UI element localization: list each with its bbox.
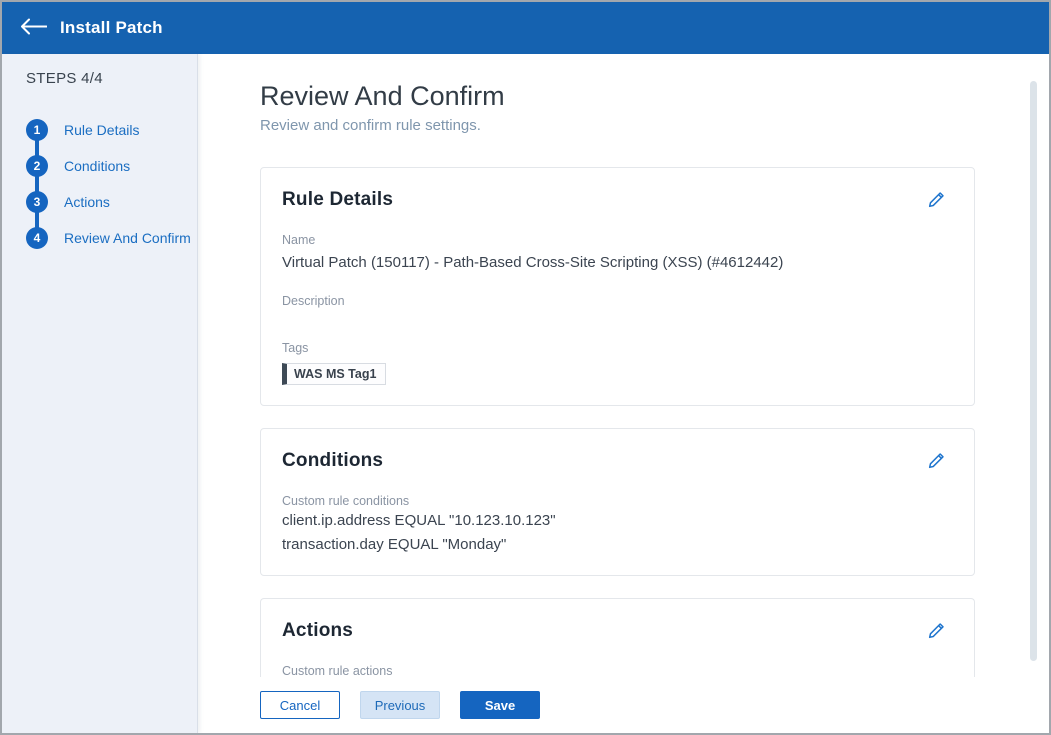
description-field-value <box>282 313 948 331</box>
step-label: Review And Confirm <box>64 230 191 246</box>
pencil-icon <box>926 450 947 474</box>
card-actions: Actions Custom rule actions <box>260 598 975 677</box>
app-header: Install Patch <box>2 2 1049 54</box>
page-subtitle: Review and confirm rule settings. <box>260 117 481 134</box>
previous-button[interactable]: Previous <box>360 691 440 719</box>
edit-rule-details-button[interactable] <box>924 189 948 213</box>
back-button[interactable] <box>16 11 50 45</box>
arrow-left-icon <box>20 18 47 38</box>
review-scroll-area: Review And Confirm Review and confirm ru… <box>198 54 1049 677</box>
vertical-scrollbar-thumb[interactable] <box>1030 81 1037 661</box>
card-title: Conditions <box>282 449 384 471</box>
step-label: Rule Details <box>64 122 140 138</box>
step-label: Conditions <box>64 158 131 174</box>
condition-line: transaction.day EQUAL "Monday" <box>282 535 507 553</box>
step-number-badge: 4 <box>26 227 48 249</box>
step-item-conditions[interactable]: 2 Conditions <box>26 155 185 177</box>
edit-actions-button[interactable] <box>924 620 948 644</box>
pencil-icon <box>926 620 947 644</box>
wizard-footer: Cancel Previous Save <box>198 677 1049 733</box>
description-field-label: Description <box>282 293 345 308</box>
step-number-badge: 3 <box>26 191 48 213</box>
step-label: Actions <box>64 194 110 210</box>
name-field-label: Name <box>282 233 316 247</box>
cancel-button[interactable]: Cancel <box>260 691 340 719</box>
page-title: Review And Confirm <box>260 81 505 111</box>
card-conditions: Conditions Custom rule conditions client… <box>260 427 975 577</box>
step-item-actions[interactable]: 3 Actions <box>26 191 185 213</box>
conditions-field-label: Custom rule conditions <box>282 493 410 508</box>
card-title: Actions <box>282 620 354 642</box>
steps-list: 1 Rule Details 2 Conditions 3 Actions 4 … <box>26 119 191 249</box>
step-number-badge: 2 <box>26 155 48 177</box>
card-rule-details: Rule Details Name Virtual Patch (150117)… <box>260 167 975 406</box>
install-patch-window: Install Patch STEPS 4/4 1 Rule Details 2… <box>0 0 1051 735</box>
condition-line: client.ip.address EQUAL "10.123.10.123" <box>282 511 556 529</box>
steps-sidebar: STEPS 4/4 1 Rule Details 2 Conditions 3 … <box>2 54 198 733</box>
save-button[interactable]: Save <box>460 691 540 719</box>
main-content: Review And Confirm Review and confirm ru… <box>198 54 1049 733</box>
step-number-badge: 1 <box>26 119 48 141</box>
actions-field-label: Custom rule actions <box>282 664 393 677</box>
card-title: Rule Details <box>282 189 394 210</box>
tag-chip: WAS MS Tag1 <box>282 362 387 385</box>
page-header-title: Install Patch <box>60 18 163 37</box>
review-cards: Rule Details Name Virtual Patch (150117)… <box>260 167 975 677</box>
name-field-value: Virtual Patch (150117) - Path-Based Cros… <box>282 254 784 271</box>
tags-field-label: Tags <box>282 340 309 355</box>
step-item-rule-details[interactable]: 1 Rule Details <box>26 119 185 141</box>
step-item-review-and-confirm[interactable]: 4 Review And Confirm <box>26 227 191 249</box>
steps-counter: STEPS 4/4 <box>26 70 103 87</box>
pencil-icon <box>926 189 947 213</box>
edit-conditions-button[interactable] <box>924 450 948 474</box>
